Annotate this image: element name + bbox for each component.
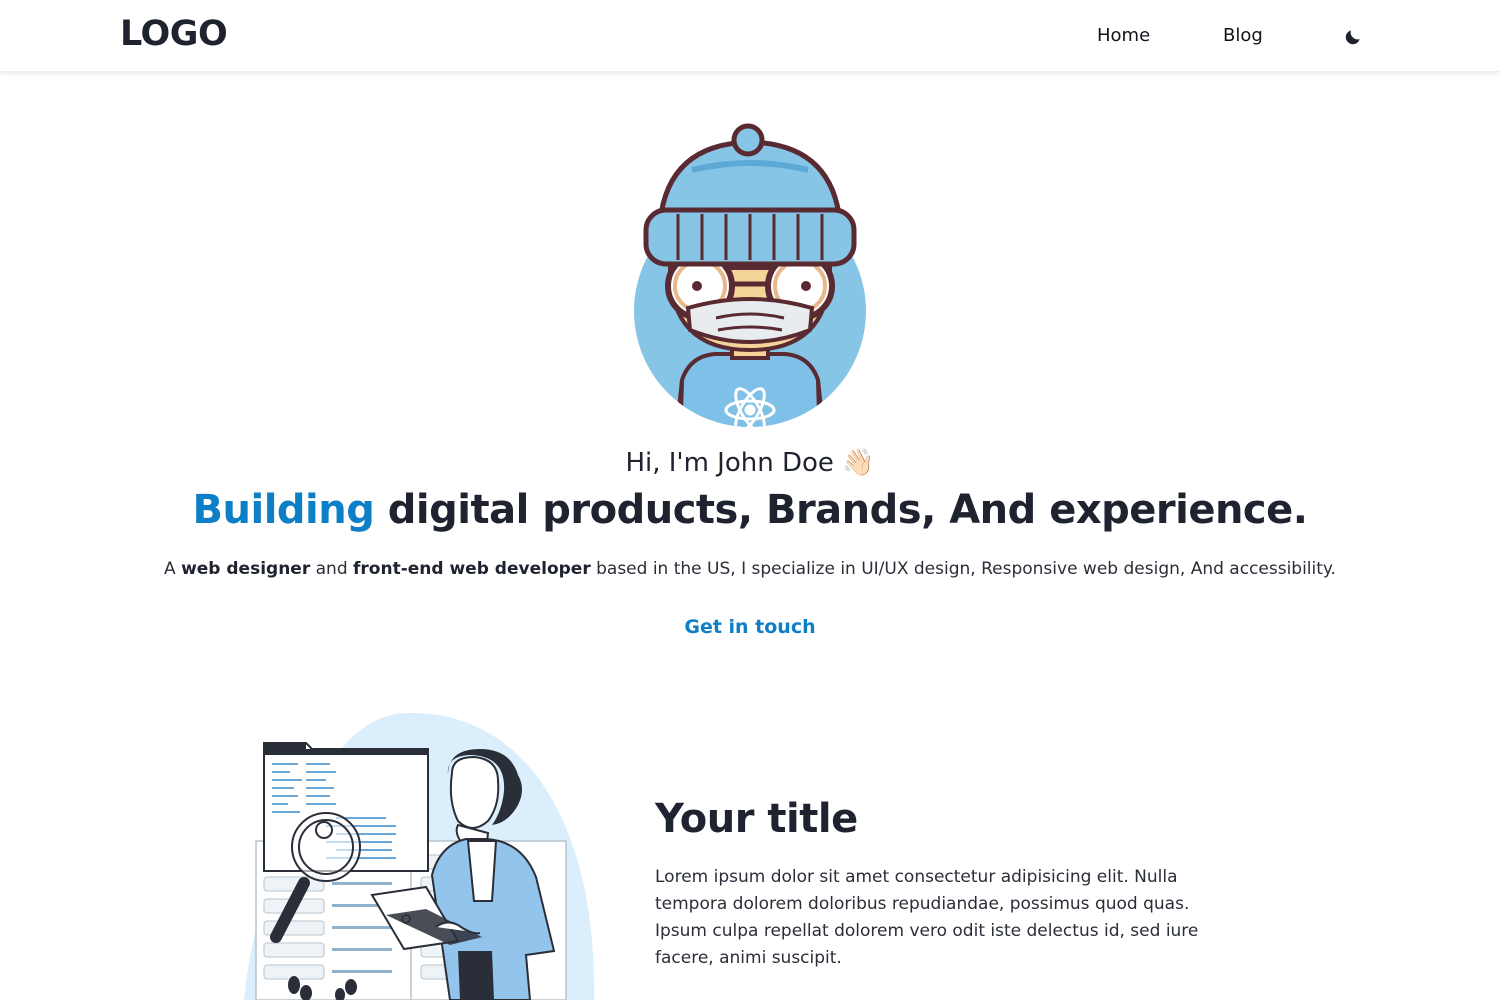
waving-hand-icon: 👋🏻 <box>842 448 875 478</box>
developer-searching-code-illustration <box>244 712 595 1000</box>
intro-prefix: A <box>164 559 182 579</box>
nav-link-home[interactable]: Home <box>1097 25 1150 46</box>
greeting-text: Hi, I'm John Doe <box>625 448 834 478</box>
feature-title: Your title <box>655 796 858 842</box>
moon-icon <box>1345 30 1360 45</box>
logo[interactable]: LOGO <box>120 14 228 54</box>
intro-mid: and <box>310 559 354 579</box>
nav-link-blog[interactable]: Blog <box>1223 25 1263 46</box>
cta-wrapper: Get in touch <box>0 616 1500 638</box>
headline-accent: Building <box>192 487 375 533</box>
get-in-touch-link[interactable]: Get in touch <box>684 616 815 638</box>
developer-avatar-illustration <box>634 123 866 427</box>
theme-toggle-button[interactable] <box>1338 22 1368 52</box>
intro-role-developer: front-end web developer <box>353 559 591 579</box>
hero-headline: Building digital products, Brands, And e… <box>0 487 1500 533</box>
feature-text: Lorem ipsum dolor sit amet consectetur a… <box>655 867 1199 968</box>
intro-role-designer: web designer <box>181 559 311 579</box>
hero-intro: A web designer and front-end web develop… <box>0 559 1500 579</box>
headline-rest: digital products, Brands, And experience… <box>374 487 1308 533</box>
intro-suffix: based in the US, I specialize in UI/UX d… <box>590 559 1336 579</box>
navbar: LOGO Home Blog <box>0 0 1500 72</box>
hero-greeting: Hi, I'm John Doe 👋🏻 <box>0 448 1500 478</box>
